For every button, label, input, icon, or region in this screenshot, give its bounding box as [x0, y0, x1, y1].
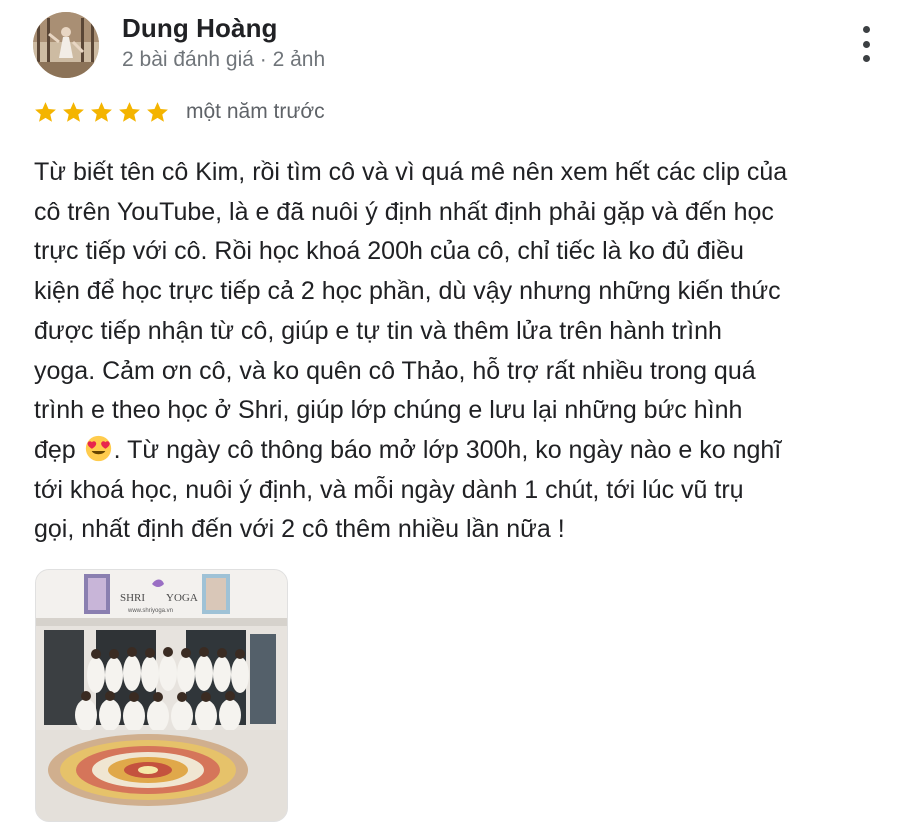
star-icon [119, 102, 140, 122]
star-icon [63, 102, 84, 122]
review-line: trực tiếp với cô. Rồi học khoá 200h của … [34, 237, 744, 266]
review-text: Từ biết tên cô Kim, rồi tìm cô và vì quá… [34, 153, 904, 550]
review-line-part: đẹp [34, 435, 76, 464]
reviewer-meta: 2 bài đánh giá · 2 ảnh [122, 48, 326, 71]
rating-stars [33, 100, 170, 125]
review-time: một năm trước [186, 100, 325, 123]
review-line: yoga. Cảm ơn cô, và ko quên cô Thảo, hỗ … [34, 356, 756, 385]
review-line: cô trên YouTube, là e đã nuôi ý định nhấ… [34, 197, 774, 226]
review-line: Từ biết tên cô Kim, rồi tìm cô và vì quá… [34, 158, 788, 186]
heart-eyes-emoji [85, 435, 111, 462]
star-icon [35, 102, 56, 122]
sign-shri: SHRI [120, 592, 145, 604]
review-line: được tiếp nhận từ cô, giúp e tự tin và t… [34, 316, 722, 345]
review-line: trình e theo học ở Shri, giúp lớp chúng … [34, 396, 743, 425]
review-line-part: . Từ ngày cô thông báo mở lớp 300h, ko n… [113, 435, 782, 464]
review-line: gọi, nhất định đến với 2 cô thêm nhiều l… [34, 515, 565, 544]
sign-yoga: YOGA [166, 592, 198, 604]
review-photo[interactable]: SHRI YOGA www.shriyoga.vn [35, 569, 288, 822]
review-line: kiện để học trực tiếp cả 2 học phần, dù … [34, 277, 781, 306]
star-icon [91, 102, 112, 122]
star-icon [147, 102, 168, 122]
reviewer-avatar[interactable] [33, 12, 99, 78]
sign-url: www.shriyoga.vn [127, 608, 173, 614]
review-line-with-emoji: đẹp . Từ ngày cô thông báo mở lớp 300h, … [34, 431, 904, 471]
review-line: tới khoá học, nuôi ý định, và mỗi ngày d… [34, 475, 744, 504]
reviewer-name[interactable]: Dung Hoàng [122, 13, 278, 44]
more-vert-icon[interactable] [850, 22, 882, 66]
